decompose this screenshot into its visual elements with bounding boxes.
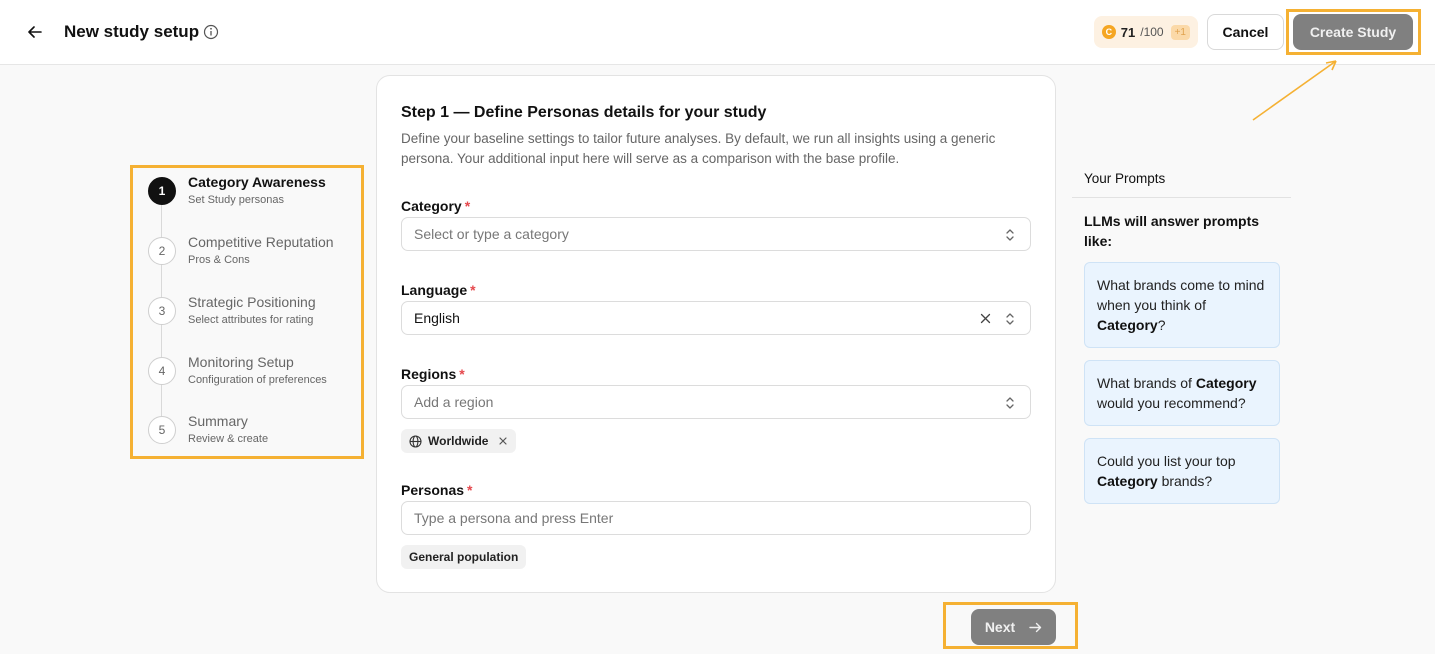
regions-label: Regions * — [401, 366, 465, 382]
top-bar: New study setup C 71 /100 +1 Cancel Crea… — [0, 0, 1435, 65]
form-description: Define your baseline settings to tailor … — [401, 131, 996, 166]
step-number: 5 — [148, 416, 176, 444]
prompt-card: What brands of Category would you recomm… — [1084, 360, 1280, 426]
step-number: 2 — [148, 237, 176, 265]
cancel-button[interactable]: Cancel — [1207, 14, 1284, 50]
required-mark: * — [470, 282, 476, 298]
step-title: Strategic Positioning — [188, 294, 316, 310]
step-number: 4 — [148, 357, 176, 385]
step-number: 1 — [148, 177, 176, 205]
step-category-awareness[interactable]: 1 Category Awareness Set Study personas — [148, 174, 358, 214]
step-title: Summary — [188, 413, 248, 429]
personas-placeholder: Type a persona and press Enter — [414, 510, 614, 526]
arrow-right-icon — [1029, 622, 1042, 632]
regions-select[interactable]: Add a region — [401, 385, 1031, 419]
region-chip-label: Worldwide — [428, 434, 489, 448]
clear-icon[interactable] — [979, 312, 992, 325]
prompt-card: Could you list your top Category brands? — [1084, 438, 1280, 504]
required-mark: * — [467, 482, 473, 498]
regions-placeholder: Add a region — [414, 394, 494, 410]
prompts-intro: LLMs will answer prompts like: — [1084, 213, 1260, 249]
step-number: 3 — [148, 297, 176, 325]
step-strategic-positioning[interactable]: 3 Strategic Positioning Select attribute… — [148, 294, 358, 334]
globe-icon — [409, 434, 422, 448]
create-study-button[interactable]: Create Study — [1293, 14, 1413, 50]
category-placeholder: Select or type a category — [414, 226, 569, 242]
coin-icon: C — [1102, 25, 1116, 39]
language-label: Language * — [401, 282, 476, 298]
form-card: Step 1 — Define Personas details for you… — [376, 75, 1056, 593]
region-chip: Worldwide — [401, 429, 517, 453]
step-title: Competitive Reputation — [188, 234, 334, 250]
category-select[interactable]: Select or type a category — [401, 217, 1031, 251]
info-icon[interactable] — [203, 24, 219, 40]
back-button[interactable] — [22, 20, 48, 44]
prompt-card: What brands come to mind when you think … — [1084, 262, 1280, 348]
step-subtitle: Configuration of preferences — [188, 374, 327, 386]
step-monitoring-setup[interactable]: 4 Monitoring Setup Configuration of pref… — [148, 354, 358, 394]
prompts-divider — [1072, 197, 1291, 198]
step-subtitle: Pros & Cons — [188, 254, 250, 266]
credits-badge: C 71 /100 +1 — [1094, 16, 1198, 48]
language-value: English — [414, 310, 460, 326]
credits-plus: +1 — [1170, 24, 1190, 40]
page-title: New study setup — [64, 22, 200, 41]
next-button[interactable]: Next — [971, 609, 1056, 645]
form-title: Step 1 — Define Personas details for you… — [401, 104, 767, 121]
credits-total: /100 — [1140, 25, 1164, 39]
step-subtitle: Review & create — [188, 433, 269, 445]
step-subtitle: Set Study personas — [188, 194, 285, 206]
category-label: Category * — [401, 198, 471, 214]
step-title: Category Awareness — [188, 174, 326, 190]
required-mark: * — [464, 198, 471, 214]
personas-input[interactable]: Type a persona and press Enter — [401, 501, 1031, 535]
prompt-keyword: Category — [1195, 375, 1257, 391]
persona-chip: General population — [401, 545, 527, 569]
prompts-heading: Your Prompts — [1084, 171, 1166, 186]
step-competitive-reputation[interactable]: 2 Competitive Reputation Pros & Cons — [148, 234, 358, 274]
step-summary[interactable]: 5 Summary Review & create — [148, 413, 358, 453]
remove-chip-icon[interactable] — [498, 436, 508, 446]
prompt-keyword: Category — [1097, 317, 1158, 333]
chevron-up-down-icon — [1006, 229, 1014, 241]
credits-used: 71 — [1120, 24, 1136, 40]
required-mark: * — [459, 366, 465, 382]
step-title: Monitoring Setup — [188, 354, 294, 370]
language-select[interactable]: English — [401, 301, 1031, 335]
step-subtitle: Select attributes for rating — [188, 314, 314, 326]
arrow-left-icon — [28, 26, 42, 38]
persona-chip-label: General population — [409, 550, 519, 564]
chevron-up-down-icon — [1006, 313, 1014, 325]
prompt-keyword: Category — [1097, 473, 1158, 489]
chevron-up-down-icon — [1006, 397, 1014, 409]
personas-label: Personas * — [401, 482, 473, 498]
next-label: Next — [984, 619, 1016, 635]
